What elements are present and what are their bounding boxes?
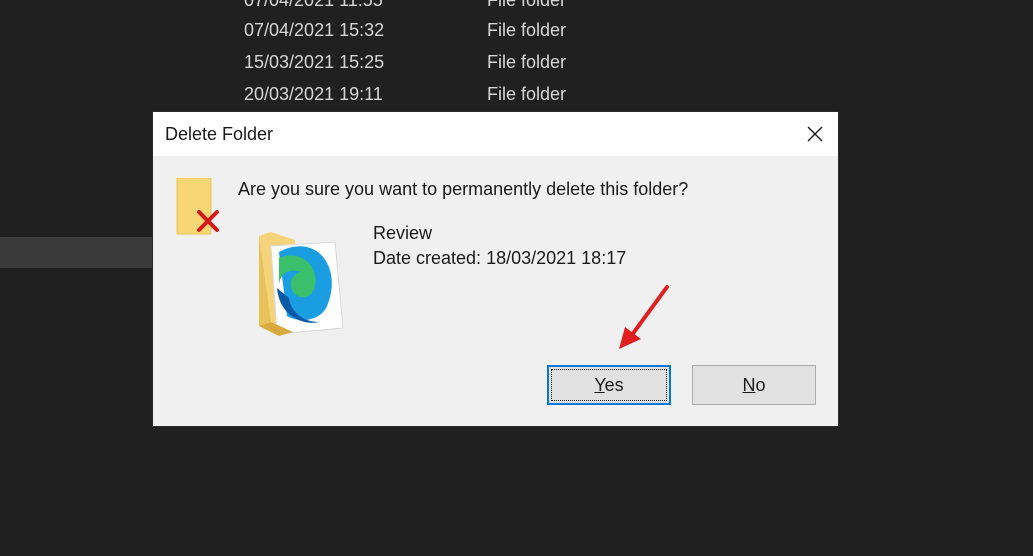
close-icon bbox=[807, 126, 823, 142]
no-mnemonic: N bbox=[742, 374, 756, 395]
file-row[interactable]: 20/03/2021 19:11 File folder bbox=[0, 80, 1033, 112]
file-type: File folder bbox=[487, 52, 567, 72]
file-date: 15/03/2021 15:25 bbox=[244, 52, 385, 72]
file-row[interactable]: 07/04/2021 15:32 File folder bbox=[0, 16, 1033, 48]
dialog-titlebar[interactable]: Delete Folder bbox=[153, 112, 838, 156]
file-date: 07/04/2021 15:32 bbox=[244, 20, 385, 40]
folder-icon bbox=[259, 232, 344, 336]
yes-button[interactable]: Yes bbox=[547, 365, 671, 405]
dialog-title: Delete Folder bbox=[165, 124, 274, 144]
no-label: No bbox=[742, 375, 765, 396]
no-button[interactable]: No bbox=[692, 365, 816, 405]
file-type: File folder bbox=[487, 84, 567, 104]
focus-ring bbox=[551, 369, 667, 401]
file-type: File folder bbox=[487, 20, 567, 40]
file-type: File folder bbox=[487, 0, 567, 10]
no-label-rest: o bbox=[755, 374, 766, 395]
close-button[interactable] bbox=[792, 112, 838, 156]
file-date: 07/04/2021 11:55 bbox=[244, 0, 383, 10]
date-created-value: 18/03/2021 18:17 bbox=[486, 248, 627, 268]
delete-folder-warning-icon bbox=[176, 178, 219, 235]
date-created: Date created: 18/03/2021 18:17 bbox=[373, 248, 626, 269]
selected-row-highlight[interactable] bbox=[0, 237, 153, 268]
file-date: 20/03/2021 19:11 bbox=[244, 84, 383, 104]
folder-name: Review bbox=[373, 223, 433, 243]
date-created-label: Date created: bbox=[373, 248, 482, 268]
confirmation-question: Are you sure you want to permanently del… bbox=[238, 179, 689, 199]
delete-folder-dialog: Delete Folder Are you sure you want to p… bbox=[153, 112, 838, 426]
annotation-arrow-icon bbox=[619, 285, 669, 349]
file-row[interactable]: 15/03/2021 15:25 File folder bbox=[0, 48, 1033, 80]
